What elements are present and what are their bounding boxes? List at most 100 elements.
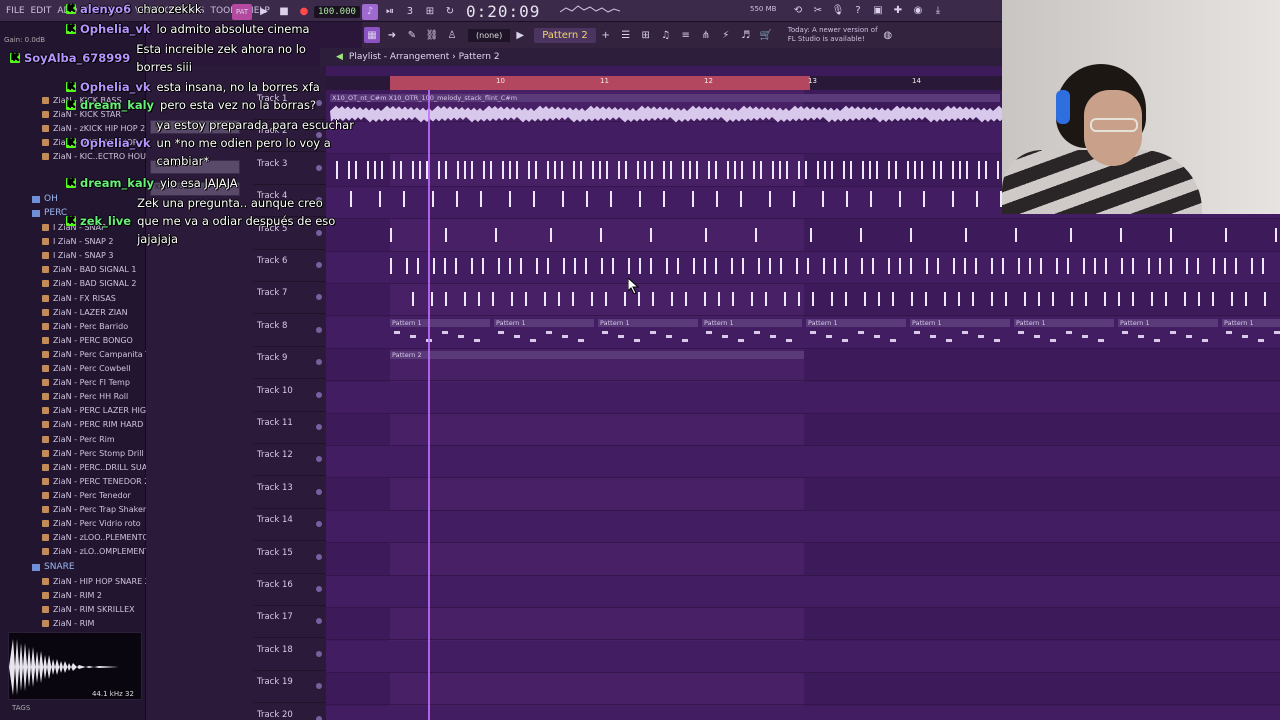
track-mute-icon[interactable] — [316, 262, 322, 268]
note-event[interactable] — [528, 160, 530, 179]
browser-item[interactable]: ZiaN - Perc Cowbell — [42, 364, 131, 373]
browser-item[interactable]: ZiaN - FX RISAS — [42, 294, 116, 303]
note-event[interactable] — [965, 227, 967, 242]
song-time-display[interactable]: 0:20:09 — [466, 2, 540, 21]
note-event[interactable] — [696, 160, 698, 179]
note-event[interactable] — [793, 191, 795, 208]
menu-edit[interactable]: EDIT — [31, 6, 52, 16]
note-event[interactable] — [628, 258, 630, 274]
tempo-display[interactable]: 100.000 — [314, 5, 360, 18]
note-event[interactable] — [432, 191, 434, 208]
note-event[interactable] — [1151, 292, 1153, 307]
note-event[interactable] — [888, 160, 890, 179]
pattern-clip[interactable]: Pattern 1 — [702, 318, 802, 327]
stamp-icon[interactable]: ♙ — [444, 27, 460, 43]
note-event[interactable] — [480, 191, 482, 208]
note-event[interactable] — [978, 160, 980, 179]
menu-patterns[interactable]: PATTERNS — [83, 6, 129, 16]
note-event[interactable] — [639, 258, 641, 274]
note-event[interactable] — [455, 258, 457, 274]
note-event[interactable] — [740, 191, 742, 208]
note-event[interactable] — [374, 160, 376, 179]
browser-item[interactable]: ZiaN - HIP HOP SNARE 2 — [42, 577, 150, 586]
note-event[interactable] — [899, 191, 901, 208]
note-event[interactable] — [914, 160, 916, 179]
note-event[interactable] — [1071, 292, 1073, 307]
step-edit-icon[interactable]: ⊞ — [422, 4, 438, 20]
playlist-lane[interactable] — [326, 705, 1280, 720]
note-event[interactable] — [1105, 258, 1107, 274]
note-event[interactable] — [911, 292, 913, 307]
browser-item[interactable]: ZiaN - BAD SIGNAL 2 — [42, 279, 136, 288]
track-header[interactable]: Track 7 — [254, 282, 326, 315]
note-event[interactable] — [1225, 227, 1227, 242]
note-event[interactable] — [1186, 258, 1188, 274]
track-mute-icon[interactable] — [316, 456, 322, 463]
track-mute-icon[interactable] — [316, 229, 322, 236]
note-event[interactable] — [1224, 258, 1226, 274]
note-event[interactable] — [910, 227, 912, 242]
browser-item[interactable]: ZiaN - KICK STAR — [42, 110, 121, 119]
note-event[interactable] — [573, 160, 575, 179]
note-event[interactable] — [1118, 292, 1120, 307]
note-event[interactable] — [511, 292, 513, 307]
arrow-right-icon[interactable]: ➜ — [384, 27, 400, 43]
browser-item[interactable]: ZiaN - PERC RIM HARD — [42, 420, 143, 429]
browser-item[interactable]: ZiaN - KICK BASS — [42, 96, 122, 105]
note-event[interactable] — [845, 292, 847, 307]
pattern-clip[interactable]: Pattern 1 — [806, 318, 906, 327]
note-event[interactable] — [509, 160, 511, 179]
note-event[interactable] — [495, 227, 497, 242]
note-event[interactable] — [1018, 258, 1020, 274]
note-event[interactable] — [612, 258, 614, 274]
folder-oh[interactable]: OH — [32, 194, 58, 204]
note-event[interactable] — [390, 258, 392, 274]
browser-item[interactable]: ZiaN - zKICK HIP HOP 4 — [42, 138, 145, 147]
track-header[interactable]: Track 15 — [254, 542, 326, 574]
browser-item[interactable]: ZiaN - Perc Barrido — [42, 322, 128, 331]
note-event[interactable] — [606, 160, 608, 179]
note-event[interactable] — [907, 160, 909, 179]
browser-item[interactable]: ZiaN - PERC LAZER HIGH — [42, 406, 152, 415]
note-event[interactable] — [805, 160, 807, 179]
note-event[interactable] — [618, 160, 620, 179]
note-event[interactable] — [817, 160, 819, 179]
browser-item[interactable]: ZiaN - zKICK HIP HOP 2 — [42, 124, 145, 133]
note-event[interactable] — [580, 160, 582, 179]
note-event[interactable] — [910, 258, 912, 274]
note-event[interactable] — [831, 292, 833, 307]
note-event[interactable] — [445, 160, 447, 179]
note-event[interactable] — [895, 160, 897, 179]
browser-item[interactable]: ZiaN - zLO..OMPLEMENTO — [42, 547, 156, 556]
note-event[interactable] — [952, 191, 954, 208]
note-event[interactable] — [509, 191, 511, 208]
note-event[interactable] — [516, 160, 518, 179]
playlist-lane[interactable] — [326, 544, 1280, 576]
note-event[interactable] — [471, 258, 473, 274]
note-event[interactable] — [1015, 227, 1017, 242]
note-event[interactable] — [1085, 292, 1087, 307]
note-event[interactable] — [379, 191, 381, 208]
note-event[interactable] — [650, 258, 652, 274]
note-event[interactable] — [1148, 258, 1150, 274]
channel-rack-icon[interactable]: ⊞ — [638, 27, 654, 43]
note-event[interactable] — [547, 258, 549, 274]
pattern-song-toggle[interactable]: PAT — [232, 3, 252, 20]
note-event[interactable] — [869, 160, 871, 179]
track-mute-icon[interactable] — [316, 100, 322, 106]
track-mute-icon[interactable] — [316, 586, 322, 592]
browser-item[interactable]: ZiaN - RIM SKRILLEX — [42, 605, 135, 614]
note-event[interactable] — [482, 258, 484, 274]
audio-clip-label[interactable]: X10_OT_nt_C#m X10_OTR_100_melody_stack_f… — [330, 94, 1000, 102]
track-mute-icon[interactable] — [316, 715, 322, 720]
note-event[interactable] — [671, 292, 673, 307]
track-header[interactable]: Track 12 — [254, 444, 326, 477]
browser-item[interactable]: ZiaN - Perc FI Temp — [42, 378, 130, 387]
note-event[interactable] — [693, 258, 695, 274]
note-event[interactable] — [925, 292, 927, 307]
browser-item[interactable]: ZiaN - Perc Stomp Drill — [42, 449, 144, 458]
note-event[interactable] — [670, 160, 672, 179]
note-event[interactable] — [823, 258, 825, 274]
note-event[interactable] — [975, 258, 977, 274]
note-event[interactable] — [741, 160, 743, 179]
